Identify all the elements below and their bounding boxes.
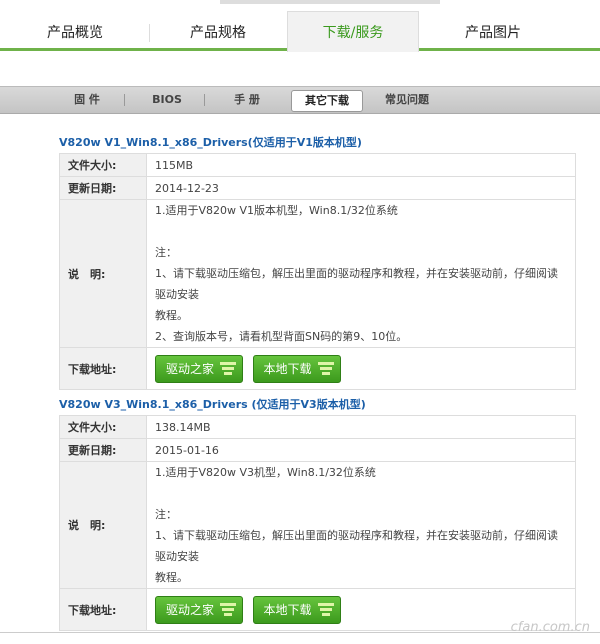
tab-label: 产品图片 <box>465 25 521 41</box>
subtab-firmware[interactable]: 固 件 <box>62 90 112 110</box>
description-line <box>155 221 567 242</box>
sub-tab-bar: 固 件 BIOS 手 册 其它下载 常见问题 <box>0 86 600 114</box>
update-date: 2014-12-23 <box>146 176 576 200</box>
description-line: 1、请下载驱动压缩包，解压出里面的驱动程序和教程，并在安装驱动前，仔细阅读驱动安… <box>155 529 558 563</box>
download-info-table: 文件大小: 138.14MB 更新日期: 2015-01-16 说 明: 1.适… <box>59 415 576 631</box>
watermark: cfan.com.cn <box>510 620 590 635</box>
subtab-label: 手 册 <box>234 93 260 106</box>
tab-download-service[interactable]: 下载/服务 <box>287 11 419 52</box>
subtab-label: 固 件 <box>74 93 100 106</box>
driver-home-download-button[interactable]: 驱动之家 <box>155 354 244 383</box>
download-label: 下载地址: <box>59 347 147 390</box>
download-lines-icon <box>316 601 336 619</box>
description-line: 2、查询版本号，请看机型背面SN码的第9、10位。 <box>155 330 408 343</box>
subtab-label: 常见问题 <box>385 93 429 106</box>
button-label: 驱动之家 <box>166 361 215 376</box>
description: 1.适用于V820w V1版本机型，Win8.1/32位系统 注： 1、请下载驱… <box>146 199 576 348</box>
description: 1.适用于V820w V3机型，Win8.1/32位系统 注： 1、请下载驱动压… <box>146 461 576 589</box>
download-title[interactable]: V820w V3_Win8.1_x86_Drivers (仅适用于V3版本机型) <box>59 396 366 412</box>
tab-label: 下载/服务 <box>322 25 384 41</box>
download-lines-icon <box>316 360 336 378</box>
description-line: 注： <box>155 508 177 521</box>
subtab-faq[interactable]: 常见问题 <box>376 90 438 110</box>
description-label: 说 明: <box>59 461 147 589</box>
description-line <box>155 483 567 504</box>
download-title[interactable]: V820w V1_Win8.1_x86_Drivers(仅适用于V1版本机型) <box>59 134 362 150</box>
description-line: 1、请下载驱动压缩包，解压出里面的驱动程序和教程，并在安装驱动前，仔细阅读驱动安… <box>155 267 558 301</box>
tab-specs[interactable]: 产品规格 <box>150 12 286 48</box>
download-lines-icon <box>218 601 238 619</box>
local-download-button[interactable]: 本地下载 <box>252 595 341 624</box>
tab-images[interactable]: 产品图片 <box>418 12 568 48</box>
date-label: 更新日期: <box>59 176 147 200</box>
subtab-other-downloads[interactable]: 其它下载 <box>291 90 363 112</box>
main-tab-bar: 产品概览 产品规格 下载/服务 产品图片 <box>0 11 600 52</box>
file-size: 138.14MB <box>146 415 576 439</box>
button-label: 本地下载 <box>263 602 312 617</box>
driver-home-download-button[interactable]: 驱动之家 <box>155 595 244 624</box>
tab-overview[interactable]: 产品概览 <box>0 12 150 48</box>
button-label: 本地下载 <box>263 361 312 376</box>
divider <box>204 94 205 106</box>
divider <box>124 94 125 106</box>
size-label: 文件大小: <box>59 415 147 439</box>
subtab-manual[interactable]: 手 册 <box>222 90 272 110</box>
subtab-bios[interactable]: BIOS <box>142 90 192 110</box>
download-links: 驱动之家 本地下载 <box>146 347 576 390</box>
download-label: 下载地址: <box>59 588 147 631</box>
button-label: 驱动之家 <box>166 602 215 617</box>
subtab-label: 其它下载 <box>305 94 349 107</box>
description-line: 教程。 <box>155 571 188 584</box>
local-download-button[interactable]: 本地下载 <box>252 354 341 383</box>
tab-label: 产品规格 <box>190 25 246 41</box>
download-info-table: 文件大小: 115MB 更新日期: 2014-12-23 说 明: 1.适用于V… <box>59 153 576 390</box>
tab-label: 产品概览 <box>47 25 103 41</box>
update-date: 2015-01-16 <box>146 438 576 462</box>
description-line: 1.适用于V820w V1版本机型，Win8.1/32位系统 <box>155 204 398 217</box>
subtab-label: BIOS <box>152 93 182 106</box>
file-size: 115MB <box>146 153 576 177</box>
description-line: 1.适用于V820w V3机型，Win8.1/32位系统 <box>155 466 376 479</box>
description-line: 注： <box>155 246 177 259</box>
date-label: 更新日期: <box>59 438 147 462</box>
description-line: 教程。 <box>155 309 188 322</box>
description-label: 说 明: <box>59 199 147 348</box>
download-lines-icon <box>218 360 238 378</box>
size-label: 文件大小: <box>59 153 147 177</box>
